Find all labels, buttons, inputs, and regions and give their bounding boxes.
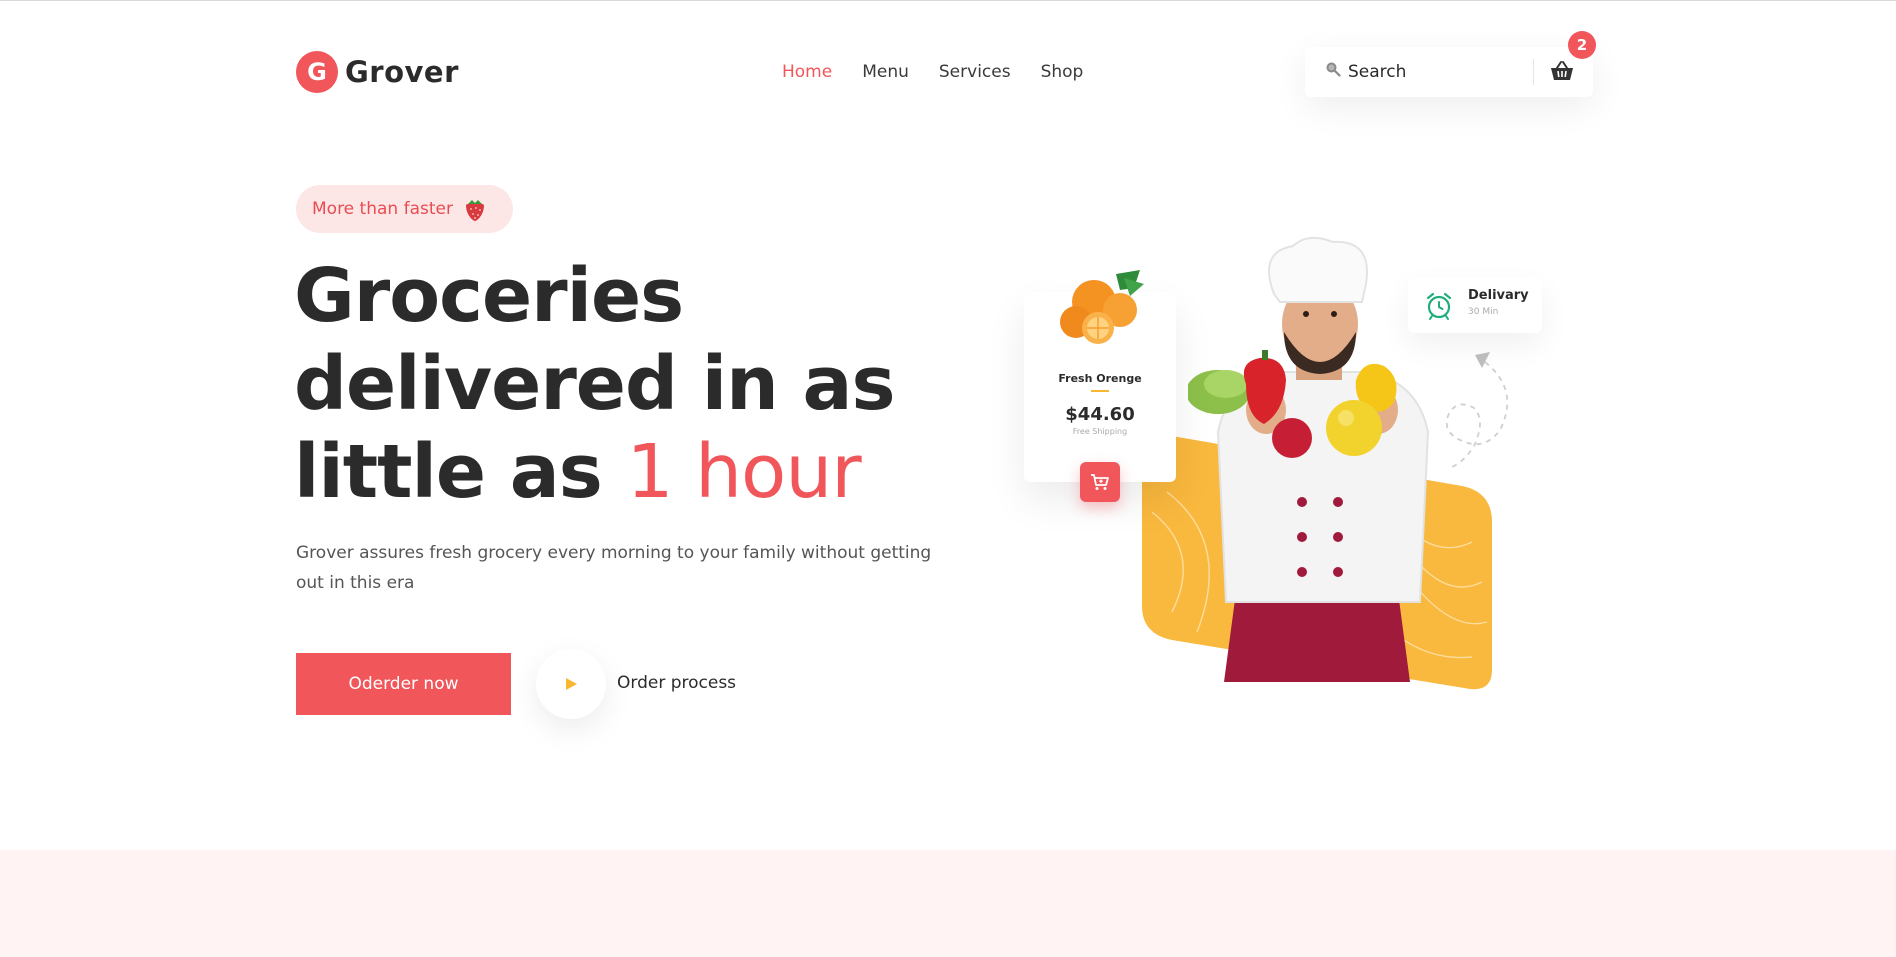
top-border (0, 0, 1896, 1)
nav-services[interactable]: Services (939, 62, 1011, 82)
delivery-route-decoration (1445, 352, 1509, 469)
basket-icon[interactable] (1549, 58, 1575, 84)
tagline-text: More than faster (312, 199, 453, 219)
play-icon (566, 678, 577, 690)
delivery-title: Delivary (1468, 288, 1529, 303)
search-divider (1533, 59, 1534, 85)
alarm-clock-icon (1426, 292, 1452, 320)
tagline-pill: More than faster (296, 185, 513, 233)
product-shipping: Free Shipping (1072, 427, 1128, 436)
play-button[interactable] (536, 649, 606, 719)
headline-line-1: Groceries (294, 253, 684, 339)
order-process-link[interactable]: Order process (617, 673, 736, 693)
product-underline (1091, 390, 1109, 392)
headline-line-3: little as (294, 429, 627, 515)
cart-count-badge: 2 (1568, 31, 1596, 59)
next-section-band (0, 850, 1896, 957)
product-price: $44.60 (1065, 404, 1135, 425)
headline-accent: 1 hour (626, 429, 862, 515)
search-input[interactable] (1348, 59, 1523, 85)
cart-icon (1091, 474, 1109, 490)
search-icon (1326, 62, 1341, 77)
logo[interactable]: G Grover (296, 51, 459, 93)
search-bar (1305, 47, 1593, 97)
nav-shop[interactable]: Shop (1041, 62, 1084, 82)
headline-line-2: delivered in as (294, 341, 896, 427)
hero-headline: Groceries delivered in as little as 1 ho… (294, 252, 994, 516)
logo-icon: G (296, 51, 338, 93)
strawberry-icon (465, 200, 484, 221)
delivery-time: 30 Min (1468, 307, 1499, 317)
hero-description: Grover assures fresh grocery every morni… (296, 543, 932, 593)
main-nav: Home Menu Services Shop (782, 62, 1083, 82)
nav-menu[interactable]: Menu (862, 62, 909, 82)
add-to-cart-button[interactable] (1080, 462, 1120, 502)
nav-home[interactable]: Home (782, 62, 832, 82)
delivery-card: Delivary 30 Min (1408, 277, 1542, 333)
order-now-button[interactable]: Oderder now (296, 653, 511, 715)
logo-letter: G (307, 58, 327, 86)
logo-text: Grover (345, 55, 459, 89)
product-name: Fresh Orenge (1058, 372, 1142, 385)
oranges-image (1060, 270, 1144, 344)
